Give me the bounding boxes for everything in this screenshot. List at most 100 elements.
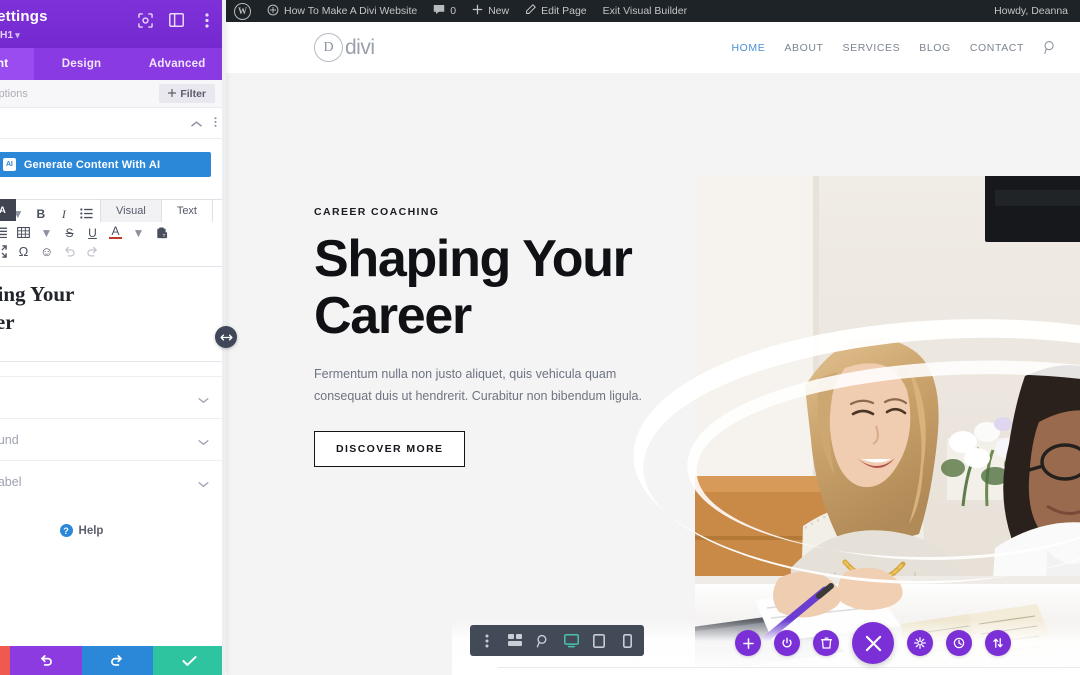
nav-link-contact[interactable]: CONTACT bbox=[970, 42, 1024, 54]
divi-main-controls bbox=[735, 622, 1011, 664]
text-color-icon[interactable]: A bbox=[109, 225, 122, 239]
zoom-out-view-icon[interactable] bbox=[531, 629, 555, 653]
option-group-background[interactable]: Background bbox=[0, 418, 225, 460]
discard-changes-button[interactable] bbox=[0, 646, 10, 675]
save-changes-button[interactable] bbox=[153, 646, 225, 675]
special-character-icon[interactable]: Ω bbox=[17, 245, 30, 258]
view-mode-toolbar bbox=[470, 625, 644, 656]
nav-link-home[interactable]: HOME bbox=[731, 42, 765, 54]
fullscreen-icon[interactable] bbox=[0, 245, 7, 258]
generate-content-with-ai-button[interactable]: AI Generate Content With AI bbox=[0, 152, 211, 177]
dashboard-icon bbox=[267, 4, 279, 19]
hero-section: CAREER COACHING Shaping Your Career Ferm… bbox=[226, 73, 1080, 675]
editor-toolbar-row-3: Ω ☺ bbox=[0, 242, 215, 261]
wireframe-view-icon[interactable] bbox=[503, 629, 527, 653]
exit-visual-builder-label: Exit Visual Builder bbox=[602, 5, 688, 17]
admin-bar-comments[interactable]: 0 bbox=[425, 0, 464, 22]
chevron-down-icon[interactable]: ▼ bbox=[40, 227, 53, 239]
howdy-label-wrap[interactable]: Howdy, Deanna bbox=[986, 0, 1076, 22]
new-label: New bbox=[488, 5, 510, 17]
admin-bar-new[interactable]: New bbox=[464, 0, 517, 22]
power-toggle-button[interactable] bbox=[774, 630, 800, 656]
chevron-down-icon[interactable]: ▼ bbox=[132, 227, 145, 239]
chevron-down-icon[interactable]: ▾ bbox=[15, 30, 20, 40]
site-logo[interactable]: D divi bbox=[314, 33, 375, 62]
more-options-icon[interactable] bbox=[199, 12, 215, 28]
portability-icon[interactable] bbox=[985, 630, 1011, 656]
trash-button[interactable] bbox=[813, 630, 839, 656]
plus-icon bbox=[168, 88, 177, 100]
bulleted-list-icon[interactable] bbox=[80, 208, 93, 219]
nav-link-services[interactable]: SERVICES bbox=[843, 42, 901, 54]
settings-panel-tabs: Content Design Advanced bbox=[0, 48, 225, 80]
gear-icon[interactable] bbox=[907, 630, 933, 656]
italic-icon[interactable]: I bbox=[57, 208, 70, 220]
section-header-text[interactable]: Text bbox=[0, 108, 225, 139]
undo-icon[interactable] bbox=[63, 246, 76, 257]
hero-heading-line-2: Career bbox=[314, 286, 472, 345]
align-right-icon[interactable] bbox=[0, 227, 7, 238]
responsive-preview-icon[interactable] bbox=[137, 12, 153, 28]
section-controls bbox=[191, 115, 217, 133]
tablet-view-icon[interactable] bbox=[587, 629, 611, 653]
paste-as-text-icon[interactable]: T bbox=[155, 226, 168, 239]
nav-link-about[interactable]: ABOUT bbox=[784, 42, 823, 54]
chevron-up-icon[interactable] bbox=[191, 115, 202, 133]
admin-bar-site-name[interactable]: How To Make A Divi Website bbox=[259, 0, 425, 22]
wordpress-admin-bar: W How To Make A Divi Website 0 New Edit … bbox=[226, 0, 1080, 22]
editor-content-area[interactable]: Shaping Your Career bbox=[0, 267, 225, 362]
more-options-icon[interactable] bbox=[475, 629, 499, 653]
settings-panel-title: Text Settings bbox=[0, 8, 48, 25]
option-group-admin-label[interactable]: Admin Label bbox=[0, 460, 225, 502]
add-section-button[interactable] bbox=[735, 630, 761, 656]
hero-paragraph: Fermentum nulla non justo aliquet, quis … bbox=[314, 367, 642, 403]
nav-link-blog[interactable]: BLOG bbox=[919, 42, 951, 54]
table-icon[interactable] bbox=[17, 227, 30, 238]
howdy-label: Howdy, Deanna bbox=[994, 5, 1068, 17]
tab-content[interactable]: Content bbox=[0, 48, 34, 80]
hero-heading-line-1: Shaping Your bbox=[314, 230, 633, 288]
tab-text[interactable]: Text bbox=[160, 199, 213, 222]
help-label: Help bbox=[78, 524, 104, 537]
more-options-icon[interactable] bbox=[214, 115, 217, 133]
undo-button[interactable] bbox=[9, 646, 82, 675]
redo-icon[interactable] bbox=[86, 246, 99, 257]
svg-text:T: T bbox=[162, 233, 165, 238]
close-builder-button[interactable] bbox=[852, 622, 894, 664]
underline-icon[interactable]: U bbox=[86, 227, 99, 239]
help-link[interactable]: ? Help bbox=[0, 524, 225, 537]
clock-icon[interactable] bbox=[946, 630, 972, 656]
hero-heading: Shaping Your Career bbox=[314, 231, 664, 344]
divi-builder-bottom-bar: ? S bbox=[452, 620, 1080, 675]
wordpress-logo-menu[interactable]: W bbox=[226, 0, 259, 22]
tab-visual[interactable]: Visual bbox=[100, 199, 161, 222]
admin-bar-edit-page[interactable]: Edit Page bbox=[517, 0, 595, 22]
add-media-button[interactable]: ADD MEDIA bbox=[0, 199, 17, 221]
bold-icon[interactable]: B bbox=[34, 208, 47, 220]
settings-panel-subtitle: Heading: H1▾ bbox=[0, 29, 20, 41]
redo-button[interactable] bbox=[81, 646, 154, 675]
desktop-view-icon[interactable] bbox=[559, 629, 583, 653]
strikethrough-icon[interactable]: S bbox=[63, 227, 76, 239]
admin-bar-exit-visual-builder[interactable]: Exit Visual Builder bbox=[595, 0, 695, 22]
emoji-icon[interactable]: ☺ bbox=[40, 245, 53, 258]
search-icon[interactable] bbox=[1043, 40, 1058, 55]
site-navigation: HOME ABOUT SERVICES BLOG CONTACT bbox=[731, 40, 1058, 55]
hero-image bbox=[695, 176, 1080, 666]
search-input[interactable]: Search Options bbox=[0, 88, 28, 100]
settings-option-groups: Link Background Admin Label bbox=[0, 376, 225, 502]
divi-logo-icon: D bbox=[314, 33, 343, 62]
tab-advanced[interactable]: Advanced bbox=[129, 48, 225, 80]
option-group-link[interactable]: Link bbox=[0, 376, 225, 418]
tab-design[interactable]: Design bbox=[34, 48, 130, 80]
editor-content-line-2: Career bbox=[0, 309, 15, 334]
wordpress-logo-icon: W bbox=[234, 2, 251, 20]
admin-bar-account[interactable]: Howdy, Deanna bbox=[986, 0, 1080, 22]
filter-button[interactable]: Filter bbox=[159, 84, 215, 103]
panel-layout-icon[interactable] bbox=[168, 12, 184, 28]
editor-toolbar-row-2: ▼ S U A ▼ T bbox=[0, 223, 215, 242]
settings-panel-footer bbox=[0, 646, 225, 675]
discover-more-button[interactable]: DISCOVER MORE bbox=[314, 431, 466, 468]
phone-view-icon[interactable] bbox=[615, 629, 639, 653]
panel-resize-handle[interactable] bbox=[215, 326, 237, 348]
